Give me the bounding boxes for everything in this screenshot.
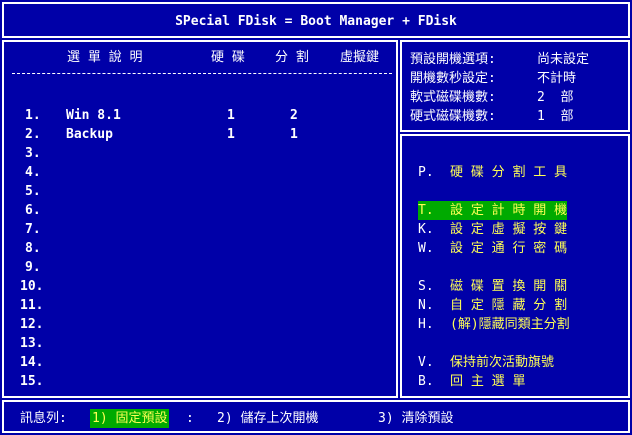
status-option-fixed-default[interactable]: 1) 固定預設 (90, 409, 170, 428)
status-option-save-last-boot[interactable]: 2) 儲存上次開機 (217, 409, 318, 428)
menu-item-label: 設 定 虛 擬 按 鍵 (450, 222, 568, 237)
row-name: Backup (66, 127, 113, 142)
row-number: 6. (25, 203, 41, 218)
row-name: Win 8.1 (66, 108, 121, 123)
info-value: 2 部 (537, 90, 574, 105)
row-number: 10. (20, 279, 44, 294)
row-number: 1. (25, 108, 41, 123)
status-option-clear-default[interactable]: 3) 清除預設 (378, 409, 453, 428)
column-header-description: 選 單 說 明 (67, 50, 143, 65)
row-number: 8. (25, 241, 41, 256)
app-title: SPecial FDisk = Boot Manager + FDisk (175, 14, 457, 29)
row-number: 5. (25, 184, 41, 199)
info-value: 不計時 (537, 71, 577, 86)
row-number: 2. (25, 127, 41, 142)
menu-item-key: T. (418, 201, 450, 220)
info-label: 開機數秒設定: (410, 71, 496, 86)
menu-item-label: 設 定 通 行 密 碼 (450, 241, 568, 256)
menu-item-label: 硬 碟 分 割 工 具 (450, 165, 568, 180)
menu-item-label: (解)隱藏同類主分割 (450, 317, 570, 332)
row-partition: 1 (290, 127, 298, 142)
info-value: 1 部 (537, 109, 574, 124)
menu-item-key: S. (418, 279, 434, 294)
row-disk: 1 (227, 108, 235, 123)
menu-item-label: 保持前次活動旗號 (450, 355, 555, 370)
boot-list-panel (2, 40, 398, 398)
info-label: 硬式磁碟機數: (410, 109, 496, 124)
menu-item-label: 自 定 隱 藏 分 割 (450, 298, 568, 313)
info-label: 軟式磁碟機數: (410, 90, 496, 105)
row-number: 13. (20, 336, 44, 351)
row-number: 4. (25, 165, 41, 180)
header-divider (12, 73, 392, 74)
column-header-partition: 分 割 (275, 50, 309, 65)
menu-item-key: P. (418, 165, 434, 180)
menu-item-key: B. (418, 374, 434, 389)
row-partition: 2 (290, 108, 298, 123)
row-number: 15. (20, 374, 44, 389)
menu-item-key: K. (418, 222, 434, 237)
status-colon: : (186, 411, 194, 426)
info-label: 預設開機選項: (410, 52, 496, 67)
menu-item-key: N. (418, 298, 434, 313)
row-number: 14. (20, 355, 44, 370)
status-label: 訊息列: (20, 411, 67, 426)
menu-item-label: 回 主 選 單 (450, 374, 526, 389)
row-number: 11. (20, 298, 44, 313)
row-number: 7. (25, 222, 41, 237)
row-number: 9. (25, 260, 41, 275)
info-value: 尚未設定 (537, 52, 590, 67)
menu-item-label: 設 定 計 時 開 機 (450, 201, 568, 220)
column-header-virtual-key: 虛擬鍵 (340, 50, 380, 65)
row-number: 12. (20, 317, 44, 332)
column-header-disk: 硬 碟 (211, 50, 245, 65)
menu-item-key: V. (418, 355, 434, 370)
menu-item-key: H. (418, 317, 434, 332)
menu-item-label: 磁 碟 置 換 開 關 (450, 279, 568, 294)
row-number: 3. (25, 146, 41, 161)
row-disk: 1 (227, 127, 235, 142)
menu-item-key: W. (418, 241, 434, 256)
